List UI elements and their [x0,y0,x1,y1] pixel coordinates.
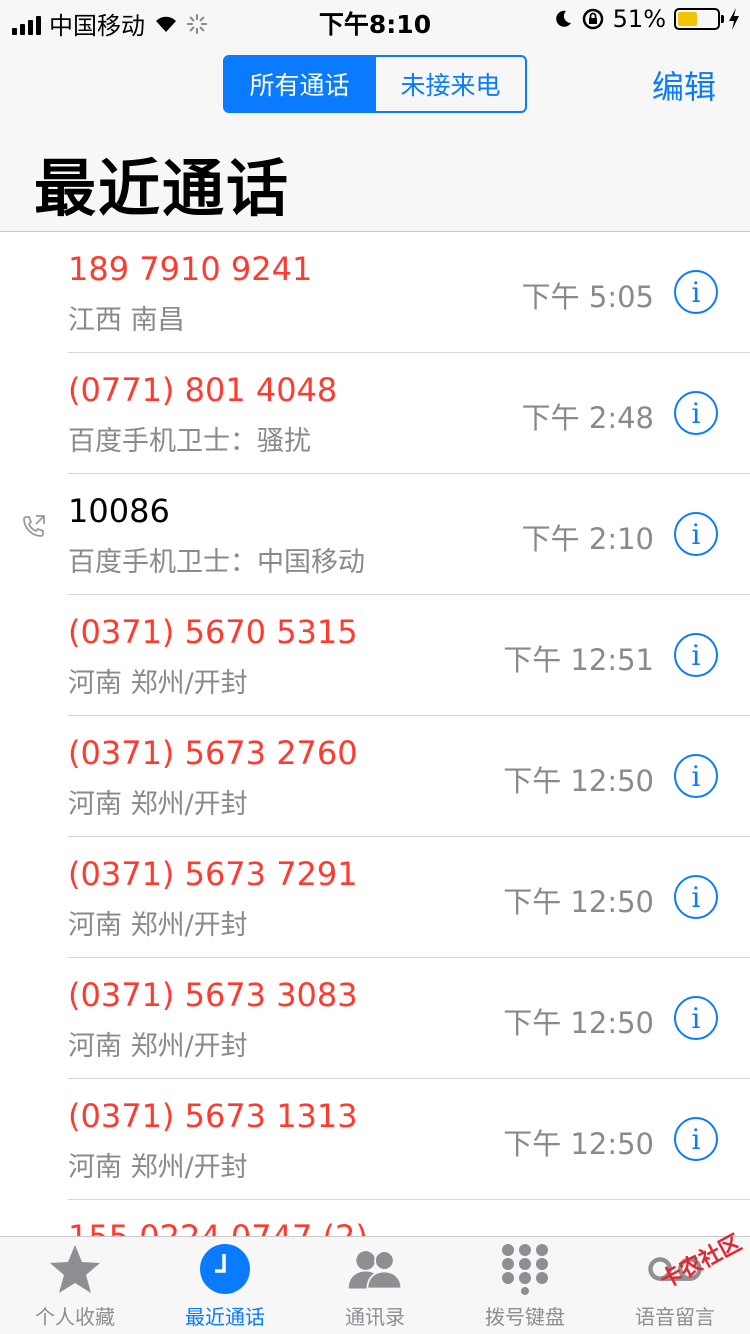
call-row[interactable]: (0371) 5673 3083 河南 郑州/开封 下午 12:50 i [0,958,750,1079]
caller-number: (0371) 5673 2760 [68,734,358,772]
call-row[interactable]: 155 0224 0747 (2) [0,1200,750,1236]
battery-icon [674,8,724,30]
caller-number: 10086 [68,492,170,530]
caller-location: 河南 郑州/开封 [68,910,248,941]
caller-number: 189 7910 9241 [68,250,313,288]
caller-location: 江西 南昌 [68,305,185,336]
info-icon[interactable]: i [674,391,718,435]
tab-label: 通讯录 [345,1305,405,1329]
call-time: 下午 12:51 [503,643,654,677]
tab-recents[interactable]: 最近通话 [150,1237,300,1334]
caller-number: (0371) 5673 1313 [68,1097,358,1135]
moon-icon [555,10,571,27]
outgoing-call-icon [23,515,45,537]
info-icon[interactable]: i [674,996,718,1040]
tab-bar: 个人收藏 最近通话 通讯录 拨号键盘 语音留言 [0,1236,750,1334]
status-bar: 中国移动 下午8:10 51% [0,0,750,40]
call-row[interactable]: (0371) 5670 5315 河南 郑州/开封 下午 12:51 i [0,595,750,716]
keypad-icon [497,1241,553,1297]
caller-number: (0771) 801 4048 [68,371,338,409]
battery-fill [678,12,697,26]
status-right: 51% [553,5,740,33]
caller-number: (0371) 5673 7291 [68,855,358,893]
tab-label: 语音留言 [635,1305,715,1329]
call-time: 下午 2:10 [521,522,654,556]
caller-location: 河南 郑州/开封 [68,668,248,699]
caller-location: 河南 郑州/开封 [68,1031,248,1062]
star-icon [47,1241,103,1297]
info-icon[interactable]: i [674,754,718,798]
tab-label: 个人收藏 [35,1305,115,1329]
call-row[interactable]: 189 7910 9241 江西 南昌 下午 5:05 i [0,232,750,353]
caller-location: 河南 郑州/开封 [68,1152,248,1183]
segment-all-calls[interactable]: 所有通话 [225,57,374,111]
caller-location: 百度手机卫士：中国移动 [68,547,365,578]
nav-bar: 所有通话 未接来电 编辑 最近通话 [0,40,750,232]
caller-location: 百度手机卫士：骚扰 [68,426,311,457]
contacts-icon [347,1241,403,1297]
tab-contacts[interactable]: 通讯录 [300,1237,450,1334]
caller-location: 河南 郑州/开封 [68,789,248,820]
rotation-lock-icon [582,8,603,30]
call-row[interactable]: (0371) 5673 2760 河南 郑州/开封 下午 12:50 i [0,716,750,837]
call-time: 下午 5:05 [521,280,654,314]
call-row[interactable]: (0371) 5673 1313 河南 郑州/开封 下午 12:50 i [0,1079,750,1200]
tab-favorites[interactable]: 个人收藏 [0,1237,150,1334]
caller-number: (0371) 5673 3083 [68,976,358,1014]
info-icon[interactable]: i [674,512,718,556]
tab-label: 最近通话 [185,1305,265,1329]
segment-missed-calls[interactable]: 未接来电 [374,57,525,111]
calls-filter-segmented-control: 所有通话 未接来电 [223,55,527,113]
tab-label: 拨号键盘 [485,1305,565,1329]
call-time: 下午 12:50 [503,764,654,798]
info-icon[interactable]: i [674,1117,718,1161]
info-icon[interactable]: i [674,270,718,314]
clock-icon [197,1241,253,1297]
call-time: 下午 12:50 [503,1127,654,1161]
caller-number: (0371) 5670 5315 [68,613,358,651]
info-icon[interactable]: i [674,875,718,919]
recent-calls-list[interactable]: 189 7910 9241 江西 南昌 下午 5:05 i (0771) 801… [0,232,750,1236]
page-title: 最近通话 [34,152,291,225]
call-time: 下午 12:50 [503,885,654,919]
call-row[interactable]: (0371) 5673 7291 河南 郑州/开封 下午 12:50 i [0,837,750,958]
call-row[interactable]: (0771) 801 4048 百度手机卫士：骚扰 下午 2:48 i [0,353,750,474]
call-row[interactable]: 10086 百度手机卫士：中国移动 下午 2:10 i [0,474,750,595]
call-time: 下午 12:50 [503,1006,654,1040]
tab-keypad[interactable]: 拨号键盘 [450,1237,600,1334]
charging-bolt-icon [729,8,739,30]
info-icon[interactable]: i [674,633,718,677]
battery-percent: 51% [612,5,666,33]
call-time: 下午 2:48 [521,401,654,435]
caller-number: 155 0224 0747 (2) [68,1218,368,1236]
edit-button[interactable]: 编辑 [652,62,716,108]
